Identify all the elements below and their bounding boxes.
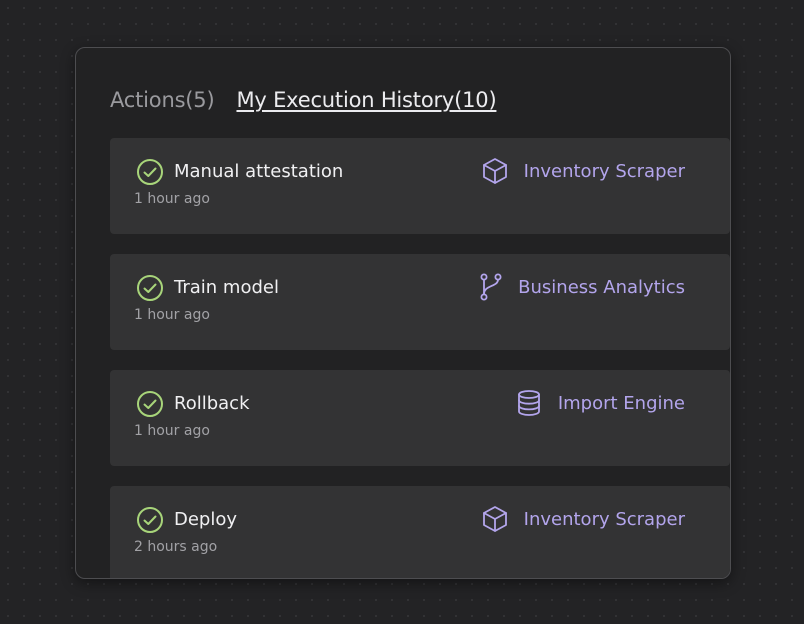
check-circle-icon bbox=[137, 391, 163, 417]
execution-time: 2 hours ago bbox=[134, 539, 218, 555]
execution-time: 1 hour ago bbox=[134, 423, 210, 439]
database-icon bbox=[517, 390, 540, 416]
execution-card[interactable]: Manual attestation 1 hour ago Inventory … bbox=[110, 138, 730, 234]
tab-execution-history[interactable]: My Execution History(10) bbox=[236, 88, 496, 112]
project-link[interactable]: Inventory Scraper bbox=[480, 156, 685, 186]
tab-bar: Actions(5) My Execution History(10) bbox=[110, 88, 497, 112]
cube-icon bbox=[482, 506, 507, 532]
execution-title: Deploy bbox=[174, 509, 238, 530]
project-name: Business Analytics bbox=[518, 276, 685, 298]
execution-title: Rollback bbox=[174, 393, 250, 414]
project-link[interactable]: Business Analytics bbox=[476, 272, 685, 302]
execution-time: 1 hour ago bbox=[134, 307, 210, 323]
project-name: Inventory Scraper bbox=[523, 160, 685, 182]
check-circle-icon bbox=[137, 507, 163, 533]
execution-list: Manual attestation 1 hour ago Inventory … bbox=[110, 138, 730, 578]
execution-card[interactable]: Deploy 2 hours ago Inventory Scraper bbox=[110, 486, 730, 578]
execution-title: Manual attestation bbox=[174, 161, 344, 182]
check-circle-icon bbox=[137, 159, 163, 185]
cube-icon bbox=[482, 158, 507, 184]
execution-card[interactable]: Train model 1 hour ago Business Analytic… bbox=[110, 254, 730, 350]
git-branch-icon bbox=[480, 273, 502, 301]
check-circle-icon bbox=[137, 275, 163, 301]
tab-actions[interactable]: Actions(5) bbox=[110, 88, 215, 112]
execution-title: Train model bbox=[174, 277, 279, 298]
project-name: Import Engine bbox=[557, 392, 685, 414]
project-link[interactable]: Import Engine bbox=[514, 388, 685, 418]
project-link[interactable]: Inventory Scraper bbox=[480, 504, 685, 534]
execution-card[interactable]: Rollback 1 hour ago Import Engine bbox=[110, 370, 730, 466]
project-name: Inventory Scraper bbox=[523, 508, 685, 530]
execution-time: 1 hour ago bbox=[134, 191, 210, 207]
execution-panel: Actions(5) My Execution History(10) Manu… bbox=[75, 47, 731, 579]
